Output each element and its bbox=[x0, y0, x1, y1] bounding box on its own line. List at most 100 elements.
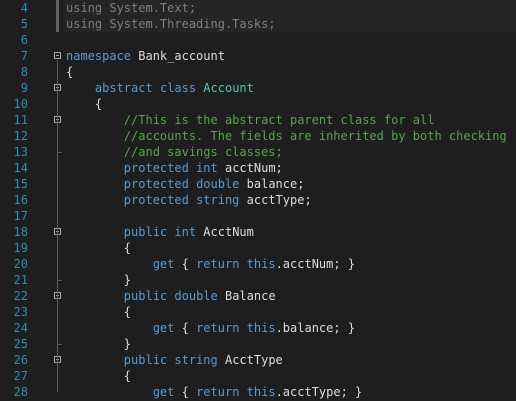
line-number: 22 bbox=[13, 289, 28, 303]
line-number: 10 bbox=[13, 97, 28, 111]
code-token: int bbox=[196, 161, 218, 175]
line-number: 26 bbox=[13, 353, 28, 367]
line-number: 28 bbox=[13, 385, 28, 399]
line-number: 13 bbox=[13, 145, 28, 159]
code-token: Account bbox=[203, 81, 254, 95]
code-token: { bbox=[174, 257, 197, 271]
line-number: 24 bbox=[13, 321, 28, 335]
code-token: return bbox=[196, 257, 240, 271]
code-token: { bbox=[174, 321, 197, 335]
code-editor[interactable]: 4 using System.Text; 5 using System.Threadi… bbox=[0, 0, 516, 401]
code-token: } bbox=[66, 273, 132, 287]
code-text: { bbox=[66, 240, 131, 256]
code-line[interactable]: 16 protected string acctType; bbox=[0, 192, 516, 208]
code-token: protected bbox=[123, 161, 189, 175]
line-number: 19 bbox=[13, 241, 28, 255]
outline-guide bbox=[57, 300, 58, 344]
code-text: get { return this.acctNum; } bbox=[66, 256, 355, 272]
code-token: Bank_account bbox=[131, 49, 225, 63]
code-line[interactable]: 24 get { return this.balance; } bbox=[0, 320, 516, 336]
line-number: 11 bbox=[13, 113, 28, 127]
code-text: protected int acctNum; bbox=[66, 160, 283, 176]
code-line[interactable]: 25 } bbox=[0, 336, 516, 352]
code-text: protected string acctType; bbox=[66, 192, 312, 208]
code-line[interactable]: 7 namespace Bank_account bbox=[0, 48, 516, 64]
code-line[interactable]: 11 //This is the abstract parent class f… bbox=[0, 112, 516, 128]
code-token: this bbox=[246, 257, 276, 271]
line-number: 27 bbox=[13, 369, 28, 383]
code-token: { bbox=[66, 241, 132, 255]
code-token: //and savings classes; bbox=[66, 145, 283, 159]
code-token: using System.Threading.Tasks; bbox=[66, 17, 276, 31]
code-line[interactable]: 21 } bbox=[0, 272, 516, 288]
code-token: AcctType bbox=[217, 353, 283, 367]
code-line[interactable]: 20 get { return this.acctNum; } bbox=[0, 256, 516, 272]
code-token: namespace bbox=[66, 49, 132, 63]
code-token: double bbox=[174, 289, 218, 303]
code-text: using System.Threading.Tasks; bbox=[66, 16, 276, 32]
code-line[interactable]: 9 abstract class Account bbox=[0, 80, 516, 96]
code-line[interactable]: 17 bbox=[0, 208, 516, 224]
code-line[interactable]: 12 //accounts. The fields are inherited … bbox=[0, 128, 516, 144]
code-line[interactable]: 14 protected int acctNum; bbox=[0, 160, 516, 176]
code-token: get bbox=[152, 385, 175, 399]
code-text: namespace Bank_account bbox=[66, 48, 225, 64]
code-token: { bbox=[66, 65, 74, 79]
code-text: } bbox=[66, 272, 131, 288]
code-token: .acctNum; } bbox=[275, 257, 356, 271]
code-line[interactable]: 6 bbox=[0, 32, 516, 48]
code-text: using System.Text; bbox=[66, 0, 196, 16]
code-line[interactable]: 28 get { return this.acctType; } bbox=[0, 384, 516, 400]
line-number: 9 bbox=[20, 81, 28, 95]
line-number: 15 bbox=[13, 177, 28, 191]
code-token: get bbox=[152, 321, 175, 335]
code-text: { bbox=[66, 96, 102, 112]
code-line[interactable]: 10 { bbox=[0, 96, 516, 112]
code-line[interactable]: 18 public int AcctNum bbox=[0, 224, 516, 240]
code-token: //accounts. The fields are inherited by … bbox=[66, 129, 507, 143]
code-token: this bbox=[246, 321, 276, 335]
code-text: get { return this.balance; } bbox=[66, 320, 355, 336]
code-token: abstract bbox=[94, 81, 153, 95]
code-token: //This is the abstract parent class for … bbox=[66, 113, 435, 127]
collapse-icon[interactable] bbox=[54, 52, 61, 59]
code-line[interactable]: 8{ bbox=[0, 64, 516, 80]
code-token: .balance; } bbox=[275, 321, 356, 335]
code-token: string bbox=[174, 353, 218, 367]
code-token: this bbox=[246, 385, 276, 399]
code-line[interactable]: 13 //and savings classes; bbox=[0, 144, 516, 160]
code-token: { bbox=[66, 97, 103, 111]
code-line[interactable]: 22 public double Balance bbox=[0, 288, 516, 304]
code-token: AcctNum bbox=[196, 225, 254, 239]
line-number: 8 bbox=[20, 65, 28, 79]
code-line[interactable]: 23 { bbox=[0, 304, 516, 320]
line-number: 4 bbox=[20, 1, 28, 15]
line-number: 7 bbox=[20, 49, 28, 63]
code-token: public bbox=[123, 289, 168, 303]
code-text: { bbox=[66, 304, 131, 320]
code-text: { bbox=[66, 64, 73, 80]
code-line[interactable]: 4 using System.Text; bbox=[0, 0, 516, 16]
code-token: } bbox=[66, 337, 132, 351]
code-line[interactable]: 5 using System.Threading.Tasks; bbox=[0, 16, 516, 32]
code-line[interactable]: 15 protected double balance; bbox=[0, 176, 516, 192]
line-number: 16 bbox=[13, 193, 28, 207]
code-text: get { return this.acctType; } bbox=[66, 384, 363, 400]
code-token: return bbox=[196, 385, 240, 399]
code-line[interactable]: 19 { bbox=[0, 240, 516, 256]
code-line[interactable]: 27 { bbox=[0, 368, 516, 384]
code-line[interactable]: 26 public string AcctType bbox=[0, 352, 516, 368]
